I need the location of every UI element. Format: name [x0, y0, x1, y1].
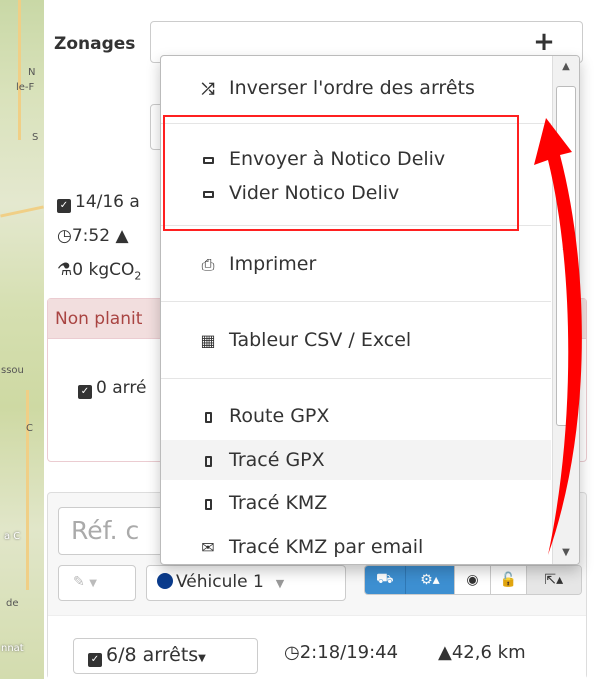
annotation-arrow	[534, 118, 582, 555]
app-root: N le-F S ssou C a C de nnat Zonages ▼ + …	[0, 0, 600, 679]
